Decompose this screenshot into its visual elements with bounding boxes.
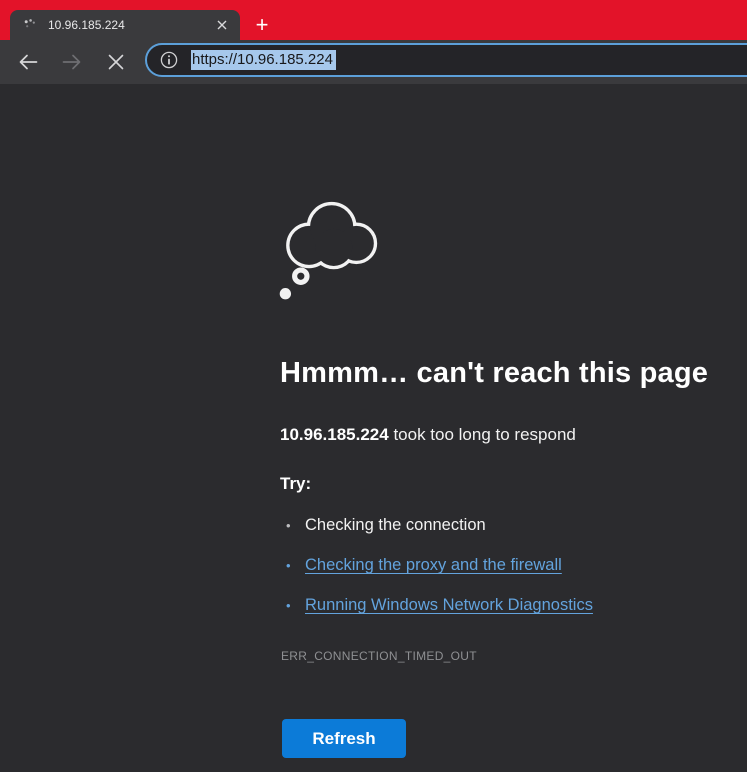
error-code: ERR_CONNECTION_TIMED_OUT — [281, 649, 477, 663]
tab-close-icon[interactable] — [212, 15, 232, 35]
bullet-icon: • — [280, 518, 305, 533]
tab-title: 10.96.185.224 — [48, 18, 212, 32]
suggestion-list: • Checking the connection • Checking the… — [280, 516, 593, 636]
browser-tab[interactable]: 10.96.185.224 — [10, 10, 240, 40]
forward-arrow-icon — [61, 51, 83, 73]
proxy-firewall-link[interactable]: Checking the proxy and the firewall — [305, 556, 562, 575]
suggestion-item: • Checking the connection — [280, 516, 593, 556]
browser-window: 10.96.185.224 + — [0, 0, 747, 772]
error-subtitle: 10.96.185.224 took too long to respond — [280, 425, 576, 445]
suggestion-label: Checking the connection — [305, 516, 486, 535]
back-arrow-icon — [17, 51, 39, 73]
stop-button[interactable] — [102, 48, 130, 76]
error-title: Hmmm… can't reach this page — [280, 357, 740, 390]
back-button[interactable] — [14, 48, 42, 76]
network-diagnostics-link[interactable]: Running Windows Network Diagnostics — [305, 596, 593, 615]
suggestion-item: • Checking the proxy and the firewall — [280, 556, 593, 596]
suggestion-item: • Running Windows Network Diagnostics — [280, 596, 593, 636]
forward-button[interactable] — [58, 48, 86, 76]
error-subtitle-text: took too long to respond — [389, 425, 576, 444]
url-input[interactable]: https://10.96.185.224 — [191, 50, 336, 70]
new-tab-button[interactable]: + — [248, 11, 276, 39]
error-host: 10.96.185.224 — [280, 425, 389, 444]
thought-cloud-icon — [272, 196, 380, 309]
tab-strip: 10.96.185.224 + — [0, 0, 747, 40]
site-info-icon[interactable] — [159, 50, 179, 70]
try-label: Try: — [280, 474, 311, 494]
bullet-icon: • — [280, 598, 305, 613]
stop-x-icon — [106, 52, 126, 72]
address-bar[interactable]: https://10.96.185.224 — [145, 43, 747, 77]
bullet-icon: • — [280, 558, 305, 573]
loading-spinner-icon — [22, 17, 38, 33]
refresh-button[interactable]: Refresh — [282, 719, 406, 758]
